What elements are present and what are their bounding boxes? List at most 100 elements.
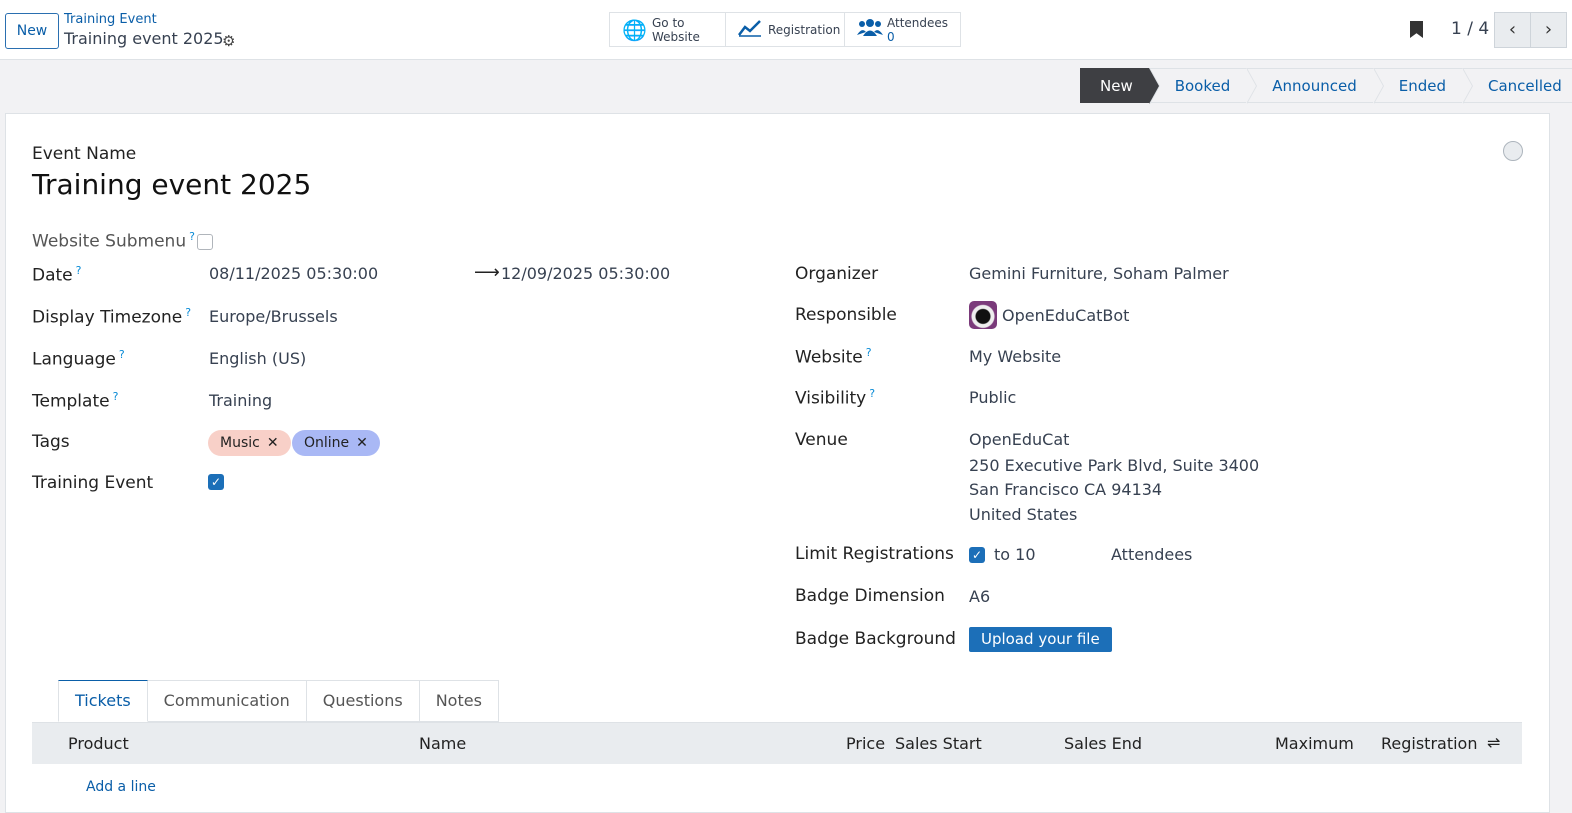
next-record-button[interactable]: › — [1530, 12, 1567, 48]
stage-announced[interactable]: Announced — [1246, 68, 1385, 104]
training-event-label: Training Event — [32, 473, 154, 493]
stage-ended[interactable]: Ended — [1372, 68, 1474, 104]
tab-questions[interactable]: Questions — [306, 680, 420, 722]
website-text: Website — [795, 347, 863, 368]
responsible-field[interactable]: OpenEduCatBot — [1002, 306, 1129, 325]
attendees-button[interactable]: Attendees 0 — [844, 12, 961, 47]
globe-icon: 🌐 — [622, 17, 647, 42]
breadcrumb-parent[interactable]: Training Event — [64, 12, 157, 27]
help-icon[interactable]: ? — [76, 264, 82, 277]
tickets-table-header: Product Name Price Sales Start Sales End… — [32, 722, 1522, 764]
settings-sliders-icon[interactable]: ⇌ — [1487, 733, 1500, 752]
tags-label: Tags — [32, 432, 70, 452]
column-sales-end[interactable]: Sales End — [1064, 734, 1142, 753]
date-end-field[interactable]: 12/09/2025 05:30:00 — [501, 264, 670, 283]
template-text: Template — [32, 391, 110, 412]
breadcrumb-current: Training event 2025 — [64, 29, 224, 48]
help-icon[interactable]: ? — [189, 230, 195, 243]
website-label: Website? — [795, 346, 872, 368]
timezone-label: Display Timezone? — [32, 306, 191, 328]
venue-name[interactable]: OpenEduCat — [969, 430, 1069, 449]
visibility-field[interactable]: Public — [969, 388, 1016, 407]
tab-tickets[interactable]: Tickets — [58, 680, 148, 722]
venue-address-line: 250 Executive Park Blvd, Suite 3400 — [969, 456, 1260, 475]
venue-label: Venue — [795, 430, 848, 450]
visibility-label: Visibility? — [795, 387, 875, 409]
smart-label: Attendees — [887, 15, 949, 30]
visibility-text: Visibility — [795, 388, 867, 409]
timezone-field[interactable]: Europe/Brussels — [209, 307, 338, 326]
users-icon — [857, 17, 883, 42]
limit-unit-label: Attendees — [1111, 545, 1193, 564]
bookmark-icon[interactable] — [1410, 21, 1423, 38]
website-submenu-text: Website Submenu — [32, 231, 187, 252]
stage-booked[interactable]: Booked — [1148, 68, 1257, 104]
website-submenu-checkbox[interactable] — [197, 234, 213, 250]
tag-online[interactable]: Online ✕ — [292, 430, 380, 456]
date-start-field[interactable]: 08/11/2025 05:30:00 — [209, 264, 378, 283]
go-to-website-button[interactable]: 🌐 Go to Website — [609, 12, 726, 47]
stage-cancelled[interactable]: Cancelled — [1462, 68, 1572, 103]
help-icon[interactable]: ? — [185, 306, 191, 319]
column-name[interactable]: Name — [419, 734, 466, 753]
badge-dimension-label: Badge Dimension — [795, 586, 945, 606]
stage-new[interactable]: New — [1080, 68, 1160, 104]
responsible-label: Responsible — [795, 305, 897, 325]
template-label: Template? — [32, 390, 118, 412]
help-icon[interactable]: ? — [113, 390, 119, 403]
limit-registrations-checkbox[interactable]: ✓ — [969, 547, 985, 563]
help-icon[interactable]: ? — [869, 387, 875, 400]
timezone-text: Display Timezone — [32, 307, 183, 328]
pager-value[interactable]: 1 / 4 — [1451, 19, 1489, 39]
template-field[interactable]: Training — [209, 391, 272, 410]
column-registration[interactable]: Registration — [1381, 734, 1477, 753]
gear-icon[interactable]: ⚙ — [222, 32, 235, 50]
status-indicator[interactable] — [1503, 141, 1523, 161]
close-icon[interactable]: ✕ — [267, 435, 279, 451]
tag-label: Online — [304, 435, 350, 451]
avatar — [969, 301, 997, 329]
tab-communication[interactable]: Communication — [147, 680, 307, 722]
help-icon[interactable]: ? — [866, 346, 872, 359]
badge-dimension-field[interactable]: A6 — [969, 587, 990, 606]
training-event-checkbox[interactable]: ✓ — [208, 474, 224, 490]
organizer-field[interactable]: Gemini Furniture, Soham Palmer — [969, 264, 1229, 283]
language-field[interactable]: English (US) — [209, 349, 306, 368]
tag-label: Music — [220, 435, 260, 451]
smart-label: Website — [652, 29, 700, 44]
tab-notes[interactable]: Notes — [419, 680, 499, 722]
arrow-right-icon: ⟶ — [474, 262, 500, 283]
smart-label: Go to — [652, 15, 685, 30]
control-panel: New Training Event Training event 2025 ⚙… — [0, 0, 1572, 60]
language-text: Language — [32, 349, 116, 370]
badge-background-label: Badge Background — [795, 629, 956, 649]
new-button[interactable]: New — [5, 13, 59, 49]
upload-file-button[interactable]: Upload your file — [969, 627, 1112, 652]
tag-music[interactable]: Music ✕ — [208, 430, 291, 456]
website-field[interactable]: My Website — [969, 347, 1061, 366]
add-line-link[interactable]: Add a line — [86, 779, 156, 795]
event-name-input[interactable]: Training event 2025 — [32, 168, 311, 201]
column-sales-start[interactable]: Sales Start — [895, 734, 982, 753]
column-price[interactable]: Price — [846, 734, 885, 753]
language-label: Language? — [32, 348, 125, 370]
organizer-label: Organizer — [795, 264, 879, 284]
column-maximum[interactable]: Maximum — [1275, 734, 1354, 753]
smart-label: Registration — [768, 22, 841, 37]
venue-address-line: United States — [969, 505, 1078, 524]
venue-address-line: San Francisco CA 94134 — [969, 480, 1163, 499]
limit-registrations-label: Limit Registrations — [795, 544, 954, 564]
attendees-count: 0 — [887, 29, 895, 44]
previous-record-button[interactable]: ‹ — [1494, 12, 1531, 48]
website-submenu-label: Website Submenu? — [32, 230, 195, 252]
close-icon[interactable]: ✕ — [356, 435, 368, 451]
date-label: Date? — [32, 264, 81, 286]
help-icon[interactable]: ? — [119, 348, 125, 361]
notebook-tabs: Tickets Communication Questions Notes — [58, 680, 499, 722]
limit-max-field[interactable]: to 10 — [994, 545, 1036, 564]
registration-button[interactable]: Registration — [725, 12, 845, 47]
event-name-label: Event Name — [32, 144, 137, 164]
chart-icon — [738, 18, 761, 42]
column-product[interactable]: Product — [68, 734, 129, 753]
date-text: Date — [32, 265, 73, 286]
